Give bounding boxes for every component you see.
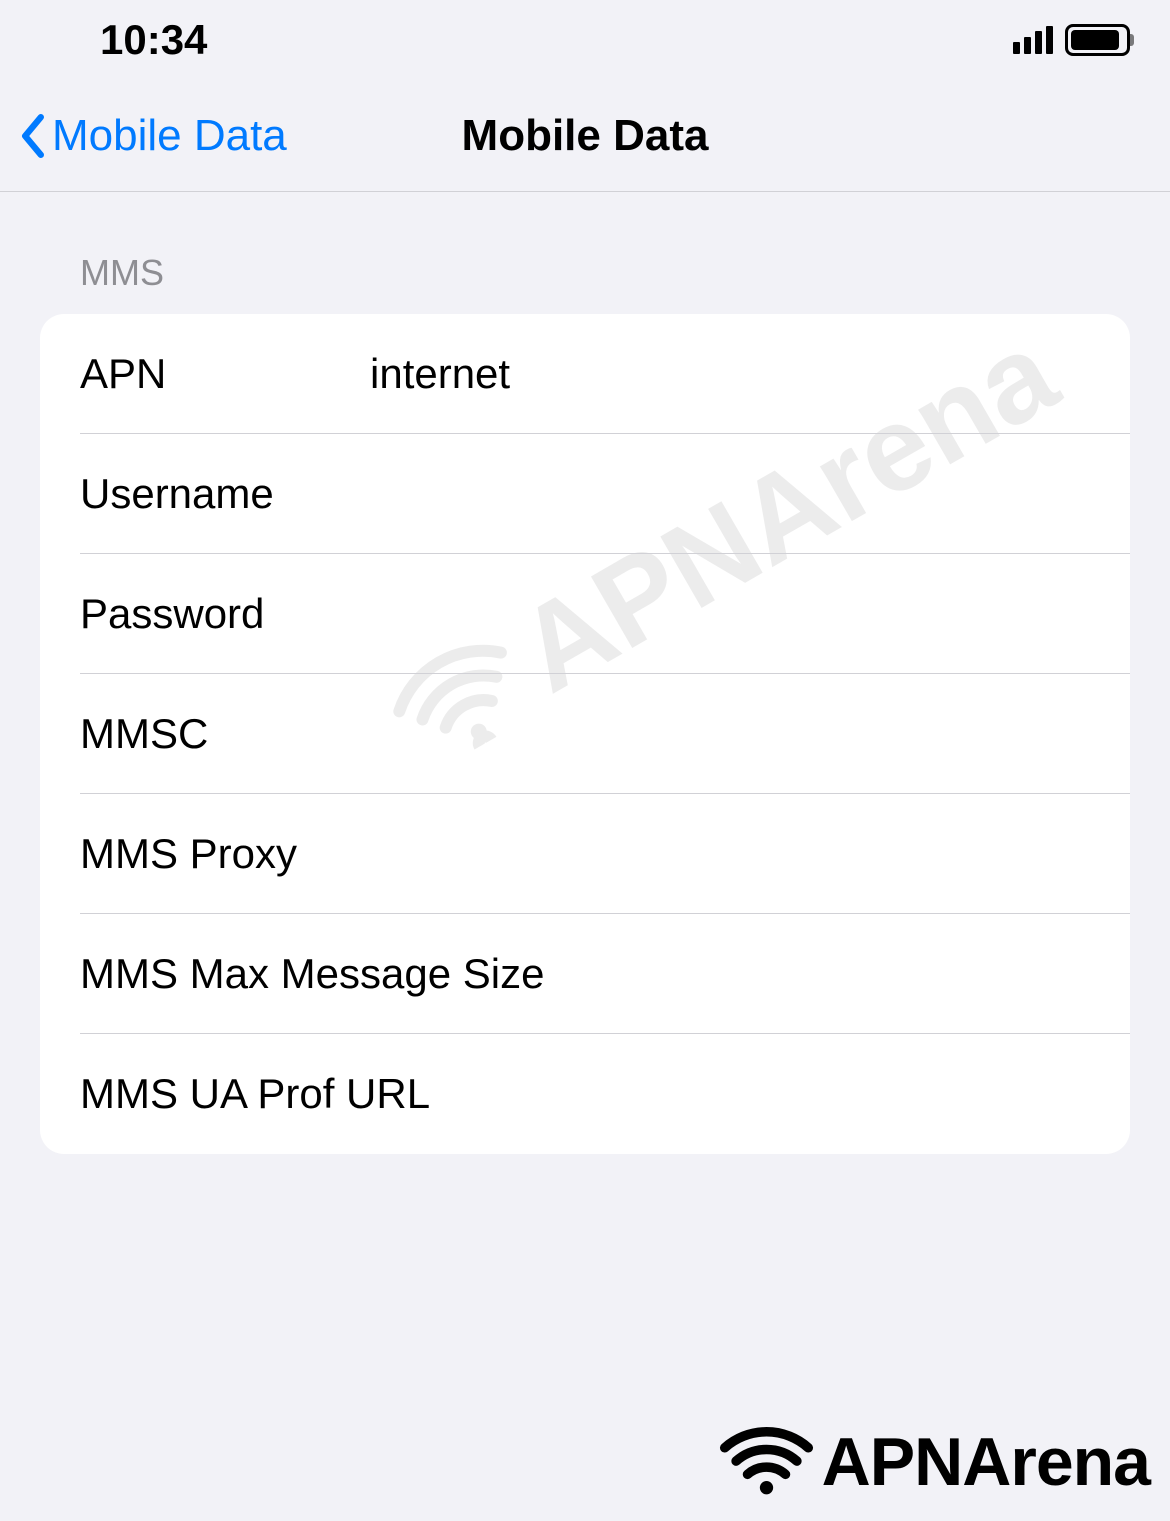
footer-logo: APNArena (719, 1423, 1150, 1501)
mms-proxy-field[interactable] (370, 830, 1130, 878)
section-header-mms: MMS (40, 252, 1130, 314)
footer-text: APNArena (822, 1423, 1150, 1501)
row-label-mmsc: MMSC (80, 710, 370, 758)
row-mmsc[interactable]: MMSC (40, 674, 1130, 794)
username-field[interactable] (370, 470, 1130, 518)
row-mms-max-size[interactable]: MMS Max Message Size (40, 914, 1130, 1034)
status-time: 10:34 (100, 16, 207, 64)
row-username[interactable]: Username (40, 434, 1130, 554)
wifi-icon (719, 1425, 814, 1500)
row-mms-ua-prof[interactable]: MMS UA Prof URL (40, 1034, 1130, 1154)
apn-field[interactable] (370, 350, 1130, 398)
status-bar: 10:34 (0, 0, 1170, 80)
page-title: Mobile Data (462, 111, 709, 161)
nav-bar: Mobile Data Mobile Data (0, 80, 1170, 192)
signal-icon (1013, 26, 1053, 54)
row-mms-proxy[interactable]: MMS Proxy (40, 794, 1130, 914)
battery-icon (1065, 24, 1130, 56)
mmsc-field[interactable] (370, 710, 1130, 758)
settings-group-mms: APN Username Password MMSC MMS Proxy MMS… (40, 314, 1130, 1154)
back-button[interactable]: Mobile Data (20, 111, 287, 161)
chevron-left-icon (20, 114, 46, 158)
row-label-username: Username (80, 470, 370, 518)
row-label-password: Password (80, 590, 370, 638)
row-label-mms-max-size: MMS Max Message Size (80, 950, 1130, 998)
back-label: Mobile Data (52, 111, 287, 161)
row-label-mms-ua-prof: MMS UA Prof URL (80, 1070, 1130, 1118)
password-field[interactable] (370, 590, 1130, 638)
row-label-mms-proxy: MMS Proxy (80, 830, 370, 878)
status-right (1013, 24, 1130, 56)
row-apn[interactable]: APN (40, 314, 1130, 434)
content: MMS APN Username Password MMSC MMS Proxy… (0, 192, 1170, 1154)
row-label-apn: APN (80, 350, 370, 398)
row-password[interactable]: Password (40, 554, 1130, 674)
